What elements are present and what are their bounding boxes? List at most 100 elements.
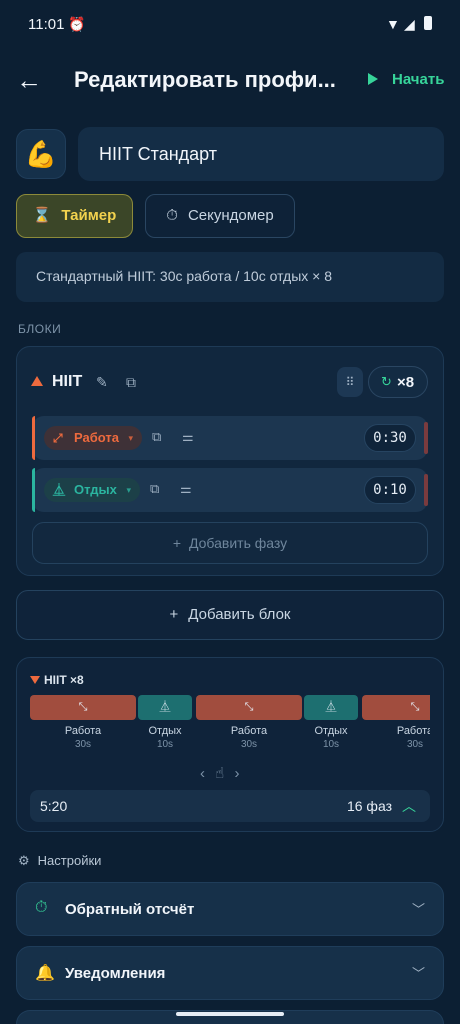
phase-color-bar [32, 416, 35, 460]
total-time: 5:20 [40, 798, 68, 814]
block-name: HIIT [52, 373, 83, 390]
bell-icon: 🔔 [35, 965, 55, 982]
status-bar: 11:01 ⏰ ▼ ◢ [0, 0, 460, 50]
expand-arrows-icon: ⤡ [78, 701, 88, 713]
collapse-triangle-icon[interactable] [31, 376, 43, 386]
home-indicator[interactable] [176, 1012, 284, 1016]
chevron-left-icon[interactable]: ‹ [200, 765, 205, 782]
timeline-segment-rest: ⏅ [138, 695, 192, 720]
tab-timer-label: Таймер [61, 207, 117, 224]
segment-label: Отдых [148, 725, 182, 737]
start-button[interactable]: Начать [368, 71, 444, 88]
chevron-up-icon[interactable]: ︿ [402, 796, 416, 816]
phase-row-work: ⤢ Работа ▾ ⧉ ⚌ 0:30 [32, 416, 428, 460]
rest-icon: ⏅ [53, 483, 66, 497]
expand-arrows-icon: ⤢ [53, 431, 63, 445]
add-block-button[interactable]: + Добавить блок [16, 590, 444, 640]
battery-icon [424, 16, 432, 30]
phase-label: Работа [74, 430, 119, 445]
hourglass-icon: ⌛ [32, 207, 52, 224]
rest-icon: ⏅ [159, 701, 171, 713]
play-icon [368, 73, 378, 85]
phase-edge-accent [424, 422, 428, 454]
tab-stopwatch[interactable]: ⏱ Секундомер [145, 194, 295, 238]
description-text: Стандартный HIIT: 30с работа / 10с отдых… [36, 268, 333, 284]
copy-icon[interactable]: ⧉ [152, 429, 161, 445]
add-block-label: Добавить блок [188, 606, 291, 623]
segment-duration: 10s [322, 739, 340, 750]
emoji-picker[interactable]: 💪 [16, 129, 66, 179]
back-arrow-icon[interactable]: ← [14, 65, 44, 95]
alarm-icon: ⏰ [68, 16, 86, 32]
add-phase-label: Добавить фазу [189, 535, 288, 551]
accordion-label: Уведомления [65, 965, 166, 982]
plus-icon: + [172, 535, 181, 551]
drag-handle-icon[interactable]: ⠿ [337, 367, 363, 397]
start-label: Начать [392, 71, 445, 88]
settings-label: Настройки [37, 853, 102, 868]
segment-label: Работа [230, 725, 268, 737]
chevron-down-icon: ▾ [128, 433, 133, 443]
phase-type-dropdown[interactable]: ⏅ Отдых ▾ [44, 478, 140, 502]
app-bar: ← Редактировать профи... Начать [0, 55, 460, 109]
repeat-count: ×8 [397, 374, 415, 391]
signal-icon: ◢ [404, 16, 415, 32]
profile-name-field[interactable]: HIIT Стандарт [78, 127, 444, 181]
status-time: 11:01 [28, 16, 65, 33]
expand-arrows-icon: ⤡ [244, 701, 254, 713]
chevron-down-icon: ▾ [126, 485, 131, 495]
edit-pencil-icon[interactable]: ✎ [96, 374, 108, 391]
timeline-segment-work: ⤡ [196, 695, 302, 720]
settings-header: ⚙ Настройки [18, 853, 101, 869]
segment-duration: 10s [156, 739, 174, 750]
segment-label: Работа [64, 725, 102, 737]
timeline-segment-work: ⤡ [30, 695, 136, 720]
profile-emoji: 💪 [24, 139, 58, 169]
collapse-triangle-icon [30, 676, 40, 684]
chevron-down-icon: ﹀ [411, 966, 425, 981]
chevron-down-icon: ﹀ [411, 902, 425, 917]
phase-count: 16 фаз [346, 798, 392, 814]
phase-edge-accent [424, 474, 428, 506]
timer-icon: ⏱ [35, 899, 48, 916]
timeline-segment-work: ⤡ [362, 695, 430, 720]
repeat-count-button[interactable]: ↻ ×8 [368, 366, 428, 398]
copy-icon[interactable]: ⧉ [126, 374, 136, 391]
tab-timer[interactable]: ⌛ Таймер [16, 194, 133, 238]
timeline-summary[interactable]: 5:20 16 фаз ︿ [30, 790, 430, 822]
phase-duration[interactable]: 0:10 [364, 476, 416, 504]
tune-icon[interactable]: ⚌ [180, 481, 192, 497]
segment-label: Отдых [314, 725, 348, 737]
phase-label: Отдых [74, 482, 117, 497]
add-phase-button[interactable]: + Добавить фазу [32, 522, 428, 564]
plus-icon: + [169, 606, 179, 623]
timeline-title: HIIT ×8 [44, 673, 84, 687]
repeat-icon: ↻ [381, 374, 392, 389]
segment-duration: 30s [406, 739, 424, 750]
gear-icon: ⚙ [18, 853, 30, 868]
phase-type-dropdown[interactable]: ⤢ Работа ▾ [44, 426, 142, 450]
segment-duration: 30s [74, 739, 92, 750]
timeline-strip[interactable]: ⤡ ⏅ ⤡ ⏅ ⤡ Работа 30s Отдых 10s Работа 30… [30, 695, 430, 750]
wifi-icon: ▼ [386, 16, 400, 32]
phase-row-rest: ⏅ Отдых ▾ ⧉ ⚌ 0:10 [32, 468, 428, 512]
copy-icon[interactable]: ⧉ [150, 481, 159, 497]
accordion-notifications[interactable]: 🔔 Уведомления ﹀ [16, 946, 444, 1000]
tab-stopwatch-label: Секундомер [187, 207, 274, 224]
tune-icon[interactable]: ⚌ [182, 429, 194, 445]
phase-color-bar [32, 468, 35, 512]
profile-name: HIIT Стандарт [99, 144, 218, 164]
timeline-header: HIIT ×8 [30, 673, 84, 687]
page-title: Редактировать профи... [74, 67, 336, 92]
description-field[interactable]: Стандартный HIIT: 30с работа / 10с отдых… [16, 252, 444, 302]
accordion-countdown[interactable]: ⏱ Обратный отсчёт ﹀ [16, 882, 444, 936]
stopwatch-icon: ⏱ [166, 207, 178, 224]
segment-duration: 30s [240, 739, 258, 750]
blocks-section-label: БЛОКИ [18, 322, 62, 336]
timeline-segment-rest: ⏅ [304, 695, 358, 720]
expand-arrows-icon: ⤡ [410, 701, 420, 713]
segment-label: Работа [396, 725, 430, 737]
rest-icon: ⏅ [325, 701, 337, 713]
phase-duration[interactable]: 0:30 [364, 424, 416, 452]
chevron-right-icon[interactable]: › [234, 765, 239, 782]
